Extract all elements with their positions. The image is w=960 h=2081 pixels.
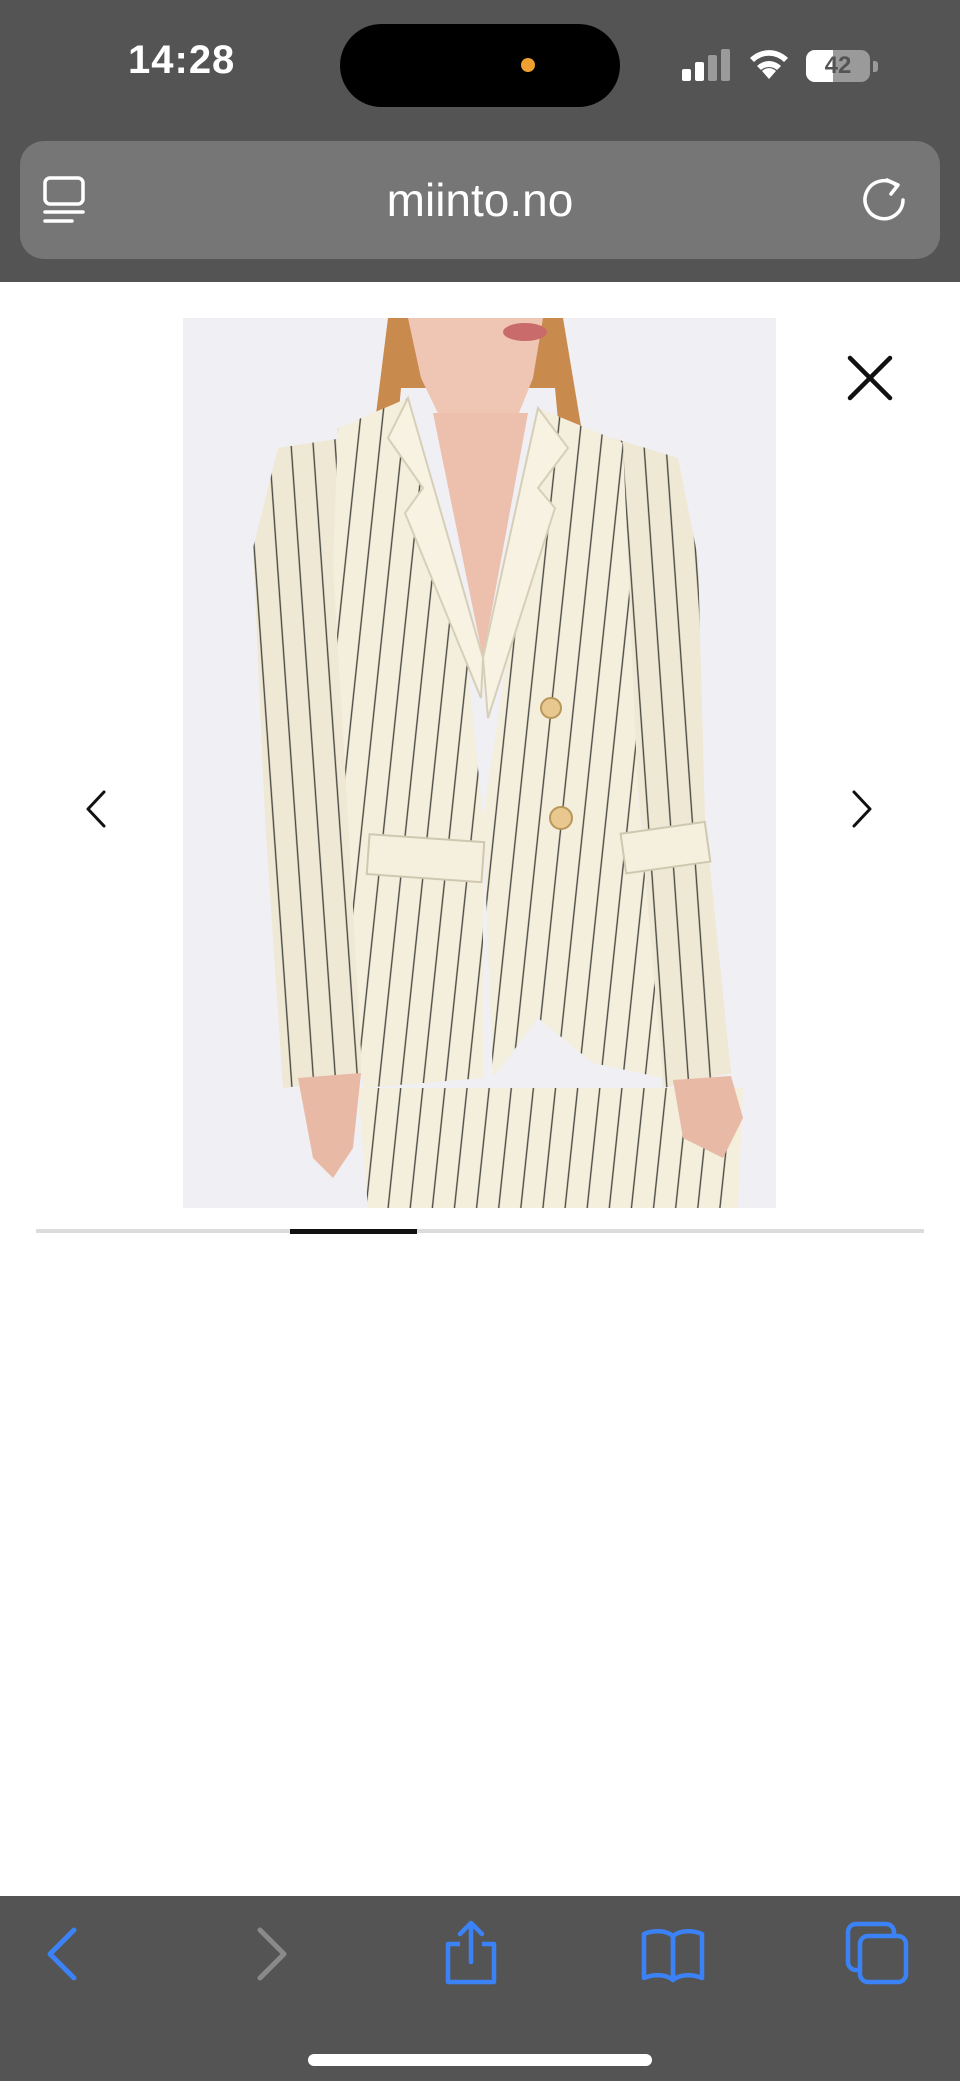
- forward-chevron-icon[interactable]: [236, 1918, 306, 1988]
- close-icon[interactable]: [840, 348, 900, 408]
- tabs-overview-icon[interactable]: [842, 1918, 912, 1988]
- product-image[interactable]: [183, 318, 776, 1208]
- url-text[interactable]: miinto.no: [20, 141, 940, 259]
- wifi-icon: [750, 50, 788, 79]
- share-icon[interactable]: [436, 1918, 506, 1988]
- dynamic-island: [340, 24, 620, 107]
- reload-icon[interactable]: [862, 177, 908, 223]
- recording-indicator-dot: [521, 58, 535, 72]
- chevron-left-icon[interactable]: [76, 784, 116, 834]
- address-bar[interactable]: miinto.no: [20, 141, 940, 259]
- home-indicator[interactable]: [308, 2054, 652, 2066]
- battery-percentage: 42: [824, 52, 852, 79]
- browser-toolbar: [0, 1896, 960, 2081]
- signal-icon: [682, 49, 730, 81]
- status-time: 14:28: [128, 38, 236, 82]
- back-chevron-icon[interactable]: [28, 1918, 98, 1988]
- book-icon[interactable]: [638, 1918, 708, 1988]
- gallery-progress-track[interactable]: [36, 1229, 924, 1234]
- blazer-illustration: [183, 318, 776, 1208]
- image-gallery: [0, 282, 960, 1896]
- battery-icon: 42: [806, 50, 878, 82]
- gallery-progress-thumb[interactable]: [289, 1229, 417, 1234]
- chevron-right-icon[interactable]: [842, 784, 882, 834]
- status-bar: 14:28 42 miinto.no: [0, 0, 960, 282]
